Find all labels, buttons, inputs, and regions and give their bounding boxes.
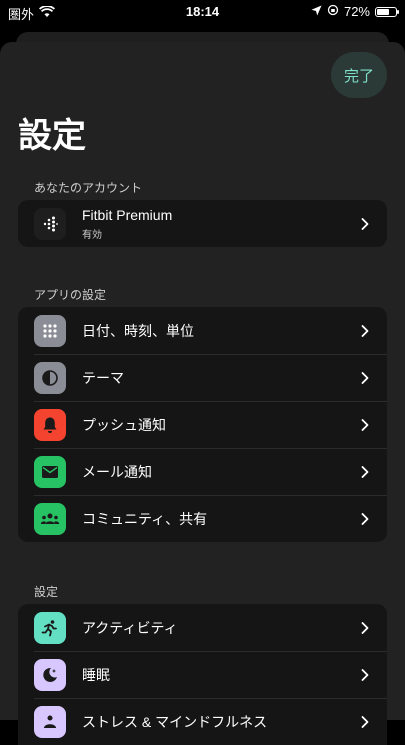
chevron-right-icon [355,415,375,435]
contrast-icon [34,361,66,394]
mail-icon [34,455,66,488]
list-item-fitbit-premium[interactable]: Fitbit Premium 有効 [18,200,387,247]
chevron-right-icon [355,665,375,685]
chevron-right-icon [355,321,375,341]
section-header-account: あなたのアカウント [34,181,143,195]
moon-icon [34,658,66,691]
list-item-theme[interactable]: テーマ [18,354,387,401]
section-header-app: アプリの設定 [34,288,107,302]
chevron-right-icon [355,462,375,482]
list-item-label: テーマ [82,369,124,386]
list-item-label: ストレス & マインドフルネス [82,713,268,730]
status-right: 72% [311,4,399,19]
settings-card: アクティビティ 睡眠 ストレス & マインドフルネス [18,604,387,745]
list-item-label: Fitbit Premium [82,206,173,223]
done-button[interactable]: 完了 [331,52,387,98]
list-item-email-notifications[interactable]: メール通知 [18,448,387,495]
account-card: Fitbit Premium 有効 [18,200,387,247]
rotation-lock-icon [327,4,339,19]
people-icon [34,502,66,535]
fitbit-premium-text: Fitbit Premium 有効 [82,207,355,241]
list-item-sublabel: 有効 [82,229,102,241]
person-icon [34,705,66,738]
battery-icon [375,6,399,17]
chevron-right-icon [355,618,375,638]
list-item-activity[interactable]: アクティビティ [18,604,387,651]
bell-icon [34,408,66,441]
list-item-label: メール通知 [82,463,152,480]
list-item-label: 睡眠 [82,666,110,683]
section-header-settings: 設定 [34,585,59,599]
fitbit-logo-icon [34,207,66,240]
list-item-label: アクティビティ [82,619,178,636]
status-bar: 圏外 18:14 72% [0,0,405,24]
list-item-label: 日付、時刻、単位 [82,322,194,339]
chevron-right-icon [355,368,375,388]
chevron-right-icon [355,214,375,234]
list-item-community-sharing[interactable]: コミュニティ、共有 [18,495,387,542]
page-title: 設定 [18,117,86,155]
list-item-date-time-units[interactable]: 日付、時刻、単位 [18,307,387,354]
battery-level [377,8,390,15]
list-item-stress-mindfulness[interactable]: ストレス & マインドフルネス [18,698,387,745]
running-icon [34,611,66,644]
grid-dots-icon [34,314,66,347]
list-item-sleep[interactable]: 睡眠 [18,651,387,698]
chevron-right-icon [355,712,375,732]
list-item-label: コミュニティ、共有 [82,510,208,527]
location-icon [311,4,322,19]
chevron-right-icon [355,509,375,529]
battery-percent: 72% [343,4,370,19]
list-item-push-notifications[interactable]: プッシュ通知 [18,401,387,448]
app-settings-card: 日付、時刻、単位 テーマ プッシュ通知 メール通知 コミュニティ、共有 [18,307,387,542]
list-item-label: プッシュ通知 [82,416,166,433]
